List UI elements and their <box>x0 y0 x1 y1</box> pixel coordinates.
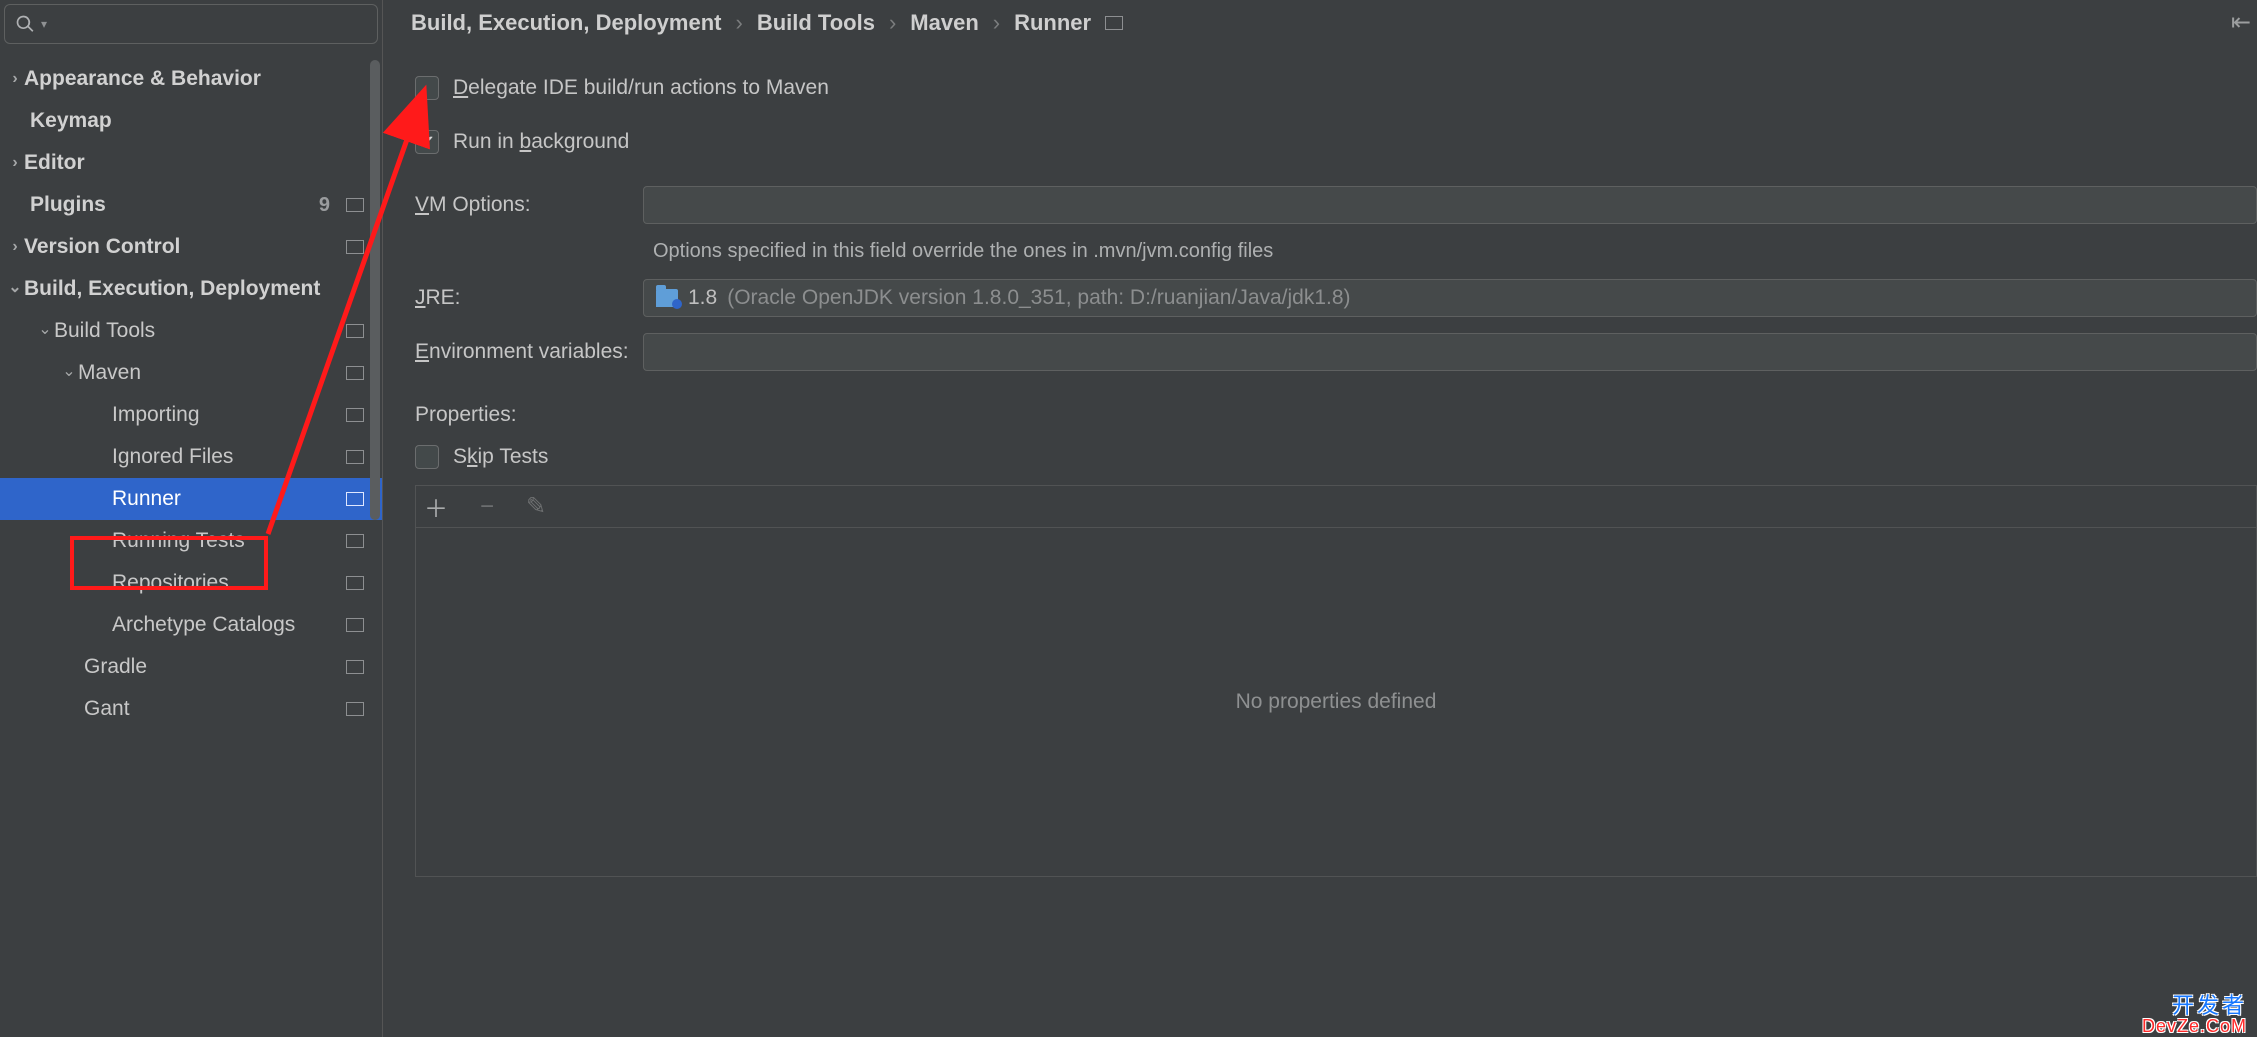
chevron-right-icon: › <box>6 154 24 172</box>
project-scope-icon <box>346 450 364 464</box>
env-vars-input[interactable] <box>643 333 2257 371</box>
chevron-right-icon: › <box>889 10 896 36</box>
delegate-label: Delegate IDE build/run actions to Maven <box>453 76 829 100</box>
plugins-count-badge: 9 <box>319 194 346 217</box>
project-scope-icon <box>346 534 364 548</box>
project-scope-icon <box>346 198 364 212</box>
tree-item-version-control[interactable]: › Version Control <box>0 226 382 268</box>
run-background-label: Run in background <box>453 130 629 154</box>
settings-sidebar: ▾ › Appearance & Behavior Keymap › Edito… <box>0 0 383 1037</box>
jre-label: JRE: <box>415 286 633 310</box>
jre-dropdown[interactable]: 1.8 (Oracle OpenJDK version 1.8.0_351, p… <box>643 279 2257 317</box>
tree-item-archetype-catalogs[interactable]: Archetype Catalogs <box>0 604 382 646</box>
project-scope-icon <box>346 618 364 632</box>
chevron-right-icon: › <box>6 70 24 88</box>
sidebar-scrollbar[interactable] <box>370 60 380 520</box>
add-icon[interactable]: ＋ <box>424 489 448 524</box>
project-scope-icon <box>346 408 364 422</box>
env-vars-label: Environment variables: <box>415 340 633 364</box>
project-scope-icon <box>1105 16 1123 30</box>
breadcrumb-item[interactable]: Maven <box>910 10 978 36</box>
tree-item-build-tools[interactable]: ⌄ Build Tools <box>0 310 382 352</box>
tree-item-gant[interactable]: Gant <box>0 688 382 730</box>
run-background-checkbox[interactable] <box>415 130 439 154</box>
project-scope-icon <box>346 240 364 254</box>
chevron-right-icon: › <box>993 10 1000 36</box>
chevron-down-icon: ▾ <box>41 17 47 31</box>
delegate-checkbox[interactable] <box>415 76 439 100</box>
tree-item-appearance[interactable]: › Appearance & Behavior <box>0 58 382 100</box>
chevron-down-icon: ⌄ <box>60 362 78 380</box>
edit-icon[interactable]: ✎ <box>526 492 546 521</box>
watermark: 开发者 DevZe.CoM <box>2142 995 2247 1035</box>
chevron-right-icon: › <box>735 10 742 36</box>
remove-icon[interactable]: − <box>480 493 494 521</box>
jre-value: 1.8 <box>688 286 717 310</box>
properties-label: Properties: <box>415 403 2257 427</box>
settings-main: Build, Execution, Deployment › Build Too… <box>383 0 2257 1037</box>
project-scope-icon <box>346 660 364 674</box>
chevron-down-icon: ⌄ <box>6 278 24 296</box>
settings-search-input[interactable]: ▾ <box>4 4 378 44</box>
tree-item-bed[interactable]: ⌄ Build, Execution, Deployment <box>0 268 382 310</box>
tree-item-editor[interactable]: › Editor <box>0 142 382 184</box>
breadcrumb-item[interactable]: Build Tools <box>757 10 875 36</box>
settings-tree: › Appearance & Behavior Keymap › Editor … <box>0 58 382 730</box>
tree-item-gradle[interactable]: Gradle <box>0 646 382 688</box>
folder-icon <box>656 289 678 307</box>
project-scope-icon <box>346 702 364 716</box>
vm-options-label: VM Options: <box>415 193 633 217</box>
tree-item-running-tests[interactable]: Running Tests <box>0 520 382 562</box>
tree-item-maven[interactable]: ⌄ Maven <box>0 352 382 394</box>
chevron-down-icon: ⌄ <box>36 320 54 338</box>
collapse-icon[interactable]: ⇤ <box>2231 8 2251 37</box>
tree-item-keymap[interactable]: Keymap <box>0 100 382 142</box>
properties-toolbar: ＋ − ✎ <box>415 485 2257 527</box>
tree-item-plugins[interactable]: Plugins 9 <box>0 184 382 226</box>
chevron-right-icon: › <box>6 238 24 256</box>
skip-tests-label: Skip Tests <box>453 445 548 469</box>
tree-item-runner[interactable]: Runner <box>0 478 382 520</box>
project-scope-icon <box>346 324 364 338</box>
breadcrumb-item[interactable]: Runner <box>1014 10 1091 36</box>
breadcrumb: Build, Execution, Deployment › Build Too… <box>383 0 2257 46</box>
search-icon <box>15 14 35 34</box>
vm-options-hint: Options specified in this field override… <box>643 240 2257 263</box>
tree-item-repositories[interactable]: Repositories <box>0 562 382 604</box>
project-scope-icon <box>346 576 364 590</box>
tree-item-importing[interactable]: Importing <box>0 394 382 436</box>
jre-hint: (Oracle OpenJDK version 1.8.0_351, path:… <box>727 286 1350 310</box>
skip-tests-checkbox[interactable] <box>415 445 439 469</box>
project-scope-icon <box>346 366 364 380</box>
properties-empty-text: No properties defined <box>1236 690 1437 714</box>
tree-item-ignored-files[interactable]: Ignored Files <box>0 436 382 478</box>
properties-list: No properties defined <box>415 527 2257 877</box>
project-scope-icon <box>346 492 364 506</box>
breadcrumb-item[interactable]: Build, Execution, Deployment <box>411 10 721 36</box>
vm-options-input[interactable] <box>643 186 2257 224</box>
